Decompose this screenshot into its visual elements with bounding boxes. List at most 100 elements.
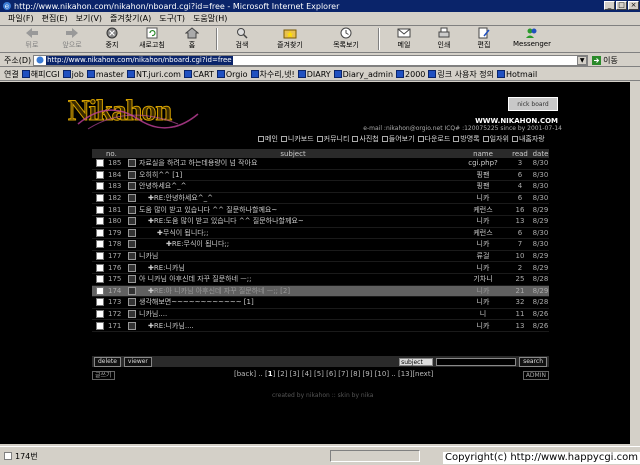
pagination[interactable]: [back] .. [1] [2] [3] [4] [5] [6] [7] [8… [234,370,433,378]
search-submit-button[interactable]: search [519,356,547,367]
stop-button[interactable]: 중지 [92,27,132,51]
row-checkbox[interactable] [96,298,104,307]
row-checkbox[interactable] [96,286,104,295]
link-item[interactable]: Hotmail [496,70,537,79]
row-subject[interactable]: ✚ RE:니카님.... [128,321,458,331]
link-item[interactable]: NT.juri.com [127,70,181,79]
row-subject[interactable]: ✚ RE:니카님 [128,263,458,273]
link-item[interactable]: DIARY [297,70,331,79]
table-row[interactable]: 176 ✚ RE:니카님 니카 2 8/29 [92,262,549,274]
row-name[interactable]: 케런스 [458,228,508,238]
nav-photos[interactable]: 사진첩 [352,134,379,144]
print-button[interactable]: 인쇄 [424,27,464,51]
table-row[interactable]: 180 ✚ RE:도움 많이 받고 있습니다 ^^ 질문하나할께요~ 니카 13 8/29 [92,216,549,228]
refresh-button[interactable]: 새로고침 [132,27,172,51]
home-button[interactable]: 홈 [172,27,212,51]
link-item[interactable]: 해피CGI [21,69,60,80]
row-name[interactable]: 류걸 [458,251,508,261]
table-row[interactable]: 178 ✚ RE:무식이 됩니다;; 니카 7 8/30 [92,239,549,251]
menu-help[interactable]: 도움말(H) [193,13,227,24]
viewer-button[interactable]: viewer [123,356,152,367]
row-subject[interactable]: ✚ RE:도움 많이 받고 있습니다 ^^ 질문하나할께요~ [128,216,458,226]
admin-button[interactable]: ADMIN [522,370,549,380]
messenger-button[interactable]: Messenger [504,27,560,51]
row-name[interactable]: 니카 [458,216,508,226]
row-subject[interactable]: ✚ RE:안녕하세요^_^ [128,193,458,203]
row-name[interactable]: 기차니 [458,274,508,284]
link-item[interactable]: 2000 [396,70,425,79]
nav-listen[interactable]: 들어보기 [381,134,415,144]
link-item[interactable]: job [62,70,84,79]
search-button[interactable]: 검색 [222,27,262,51]
row-name[interactable]: 니카 [458,263,508,273]
row-checkbox[interactable] [96,217,104,226]
table-row[interactable]: 172 니카님.... 니 11 8/26 [92,309,549,321]
row-name[interactable]: 니카 [458,321,508,331]
site-logo[interactable]: Nikahon [67,94,228,136]
row-checkbox[interactable] [96,159,104,168]
link-item[interactable]: Orgio [216,70,248,79]
nav-download[interactable]: 다운로드 [417,134,450,144]
forward-button[interactable]: 앞으로 [52,27,92,51]
table-row[interactable]: 177 니카님 류걸 10 8/29 [92,251,549,263]
mail-button[interactable]: 메일 [384,27,424,51]
favorites-button[interactable]: 즐겨찾기 [262,27,318,51]
write-button[interactable]: 글쓰기 [92,370,115,380]
history-button[interactable]: 목록보기 [318,27,374,51]
address-dropdown-icon[interactable]: ▼ [577,55,588,65]
table-row[interactable]: 182 ✚ RE:안녕하세요^_^ 니카 6 8/30 [92,193,549,205]
link-item[interactable]: 링크 사용자 정의 [428,69,494,80]
nav-myhome[interactable]: 내홈자랑 [511,134,545,144]
row-checkbox[interactable] [96,205,104,214]
row-subject[interactable]: ✚ 무식이 됩니다;; [128,228,458,238]
row-checkbox[interactable] [96,182,104,191]
go-button[interactable]: 이동 [592,55,618,66]
table-row[interactable]: 173 생각해보면~~~~~~~~~~~~ [1] 니카 32 8/28 [92,297,549,309]
row-subject[interactable]: 도움 많이 받고 있습니다 ^^ 질문하나할께요~ [128,205,458,215]
row-subject[interactable]: 안녕하세요^_^ [128,181,458,191]
row-subject[interactable]: 니카님.... [128,309,458,319]
menu-favorites[interactable]: 즐겨찾기(A) [110,13,151,24]
row-name[interactable]: 니카 [458,193,508,203]
row-checkbox[interactable] [96,228,104,237]
menu-view[interactable]: 보기(V) [76,13,102,24]
edit-button[interactable]: 편집 [464,27,504,51]
row-checkbox[interactable] [96,240,104,249]
row-subject[interactable]: 니카님 [128,251,458,261]
table-row[interactable]: 179 ✚ 무식이 됩니다;; 케런스 6 8/30 [92,228,549,240]
row-checkbox[interactable] [96,321,104,330]
table-row[interactable]: 183 안녕하세요^_^ 핑팬 4 8/30 [92,181,549,193]
table-row[interactable]: 184 오히히^^ [1] 핑팬 6 8/30 [92,170,549,182]
row-name[interactable]: 핑팬 [458,170,508,180]
menu-file[interactable]: 파일(F) [8,13,34,24]
back-button[interactable]: 뒤로 [12,27,52,51]
close-button[interactable]: × [628,1,639,10]
link-item[interactable]: master [86,70,124,79]
link-item[interactable]: Diary_admin [333,70,393,79]
row-subject[interactable]: 자료실을 하려고 하는데용량이 넘 작아요 [128,158,458,168]
address-url[interactable]: http://www.nikahon.com/nikahon/nboard.cg… [46,55,233,65]
row-name[interactable]: 니카 [458,239,508,249]
table-row[interactable]: 175 아 니카님 아후신데 자꾸 질문하네 ㅡ;; 기차니 25 8/28 [92,274,549,286]
search-input[interactable] [436,357,517,366]
search-field-select[interactable]: subject [399,357,434,366]
maximize-button[interactable]: □ [616,1,627,10]
row-checkbox[interactable] [96,263,104,272]
row-checkbox[interactable] [96,275,104,284]
table-row[interactable]: 181 도움 많이 받고 있습니다 ^^ 질문하나할께요~ 케런스 16 8/29 [92,204,549,216]
row-subject[interactable]: 아 니카님 아후신데 자꾸 질문하네 ㅡ;; [128,274,458,284]
row-name[interactable]: 핑팬 [458,181,508,191]
row-subject[interactable]: ✚ RE:무식이 됩니다;; [128,239,458,249]
row-name[interactable]: cgi.php? [458,159,508,167]
row-checkbox[interactable] [96,194,104,203]
nav-diary[interactable]: 일자위 [482,134,509,144]
nav-guestbook[interactable]: 방명록 [453,134,480,144]
nav-community[interactable]: 커뮤니티 [316,134,349,144]
table-row[interactable]: 171 ✚ RE:니카님.... 니카 13 8/26 [92,320,549,332]
row-name[interactable]: 니카 [458,286,508,296]
link-item[interactable]: 차수리,넷! [250,69,295,80]
table-row[interactable]: 185 자료실을 하려고 하는데용량이 넘 작아요 cgi.php? 3 8/30 [92,158,549,170]
row-name[interactable]: 니 [458,309,508,319]
menu-tools[interactable]: 도구(T) [159,13,185,24]
row-name[interactable]: 케런스 [458,205,508,215]
